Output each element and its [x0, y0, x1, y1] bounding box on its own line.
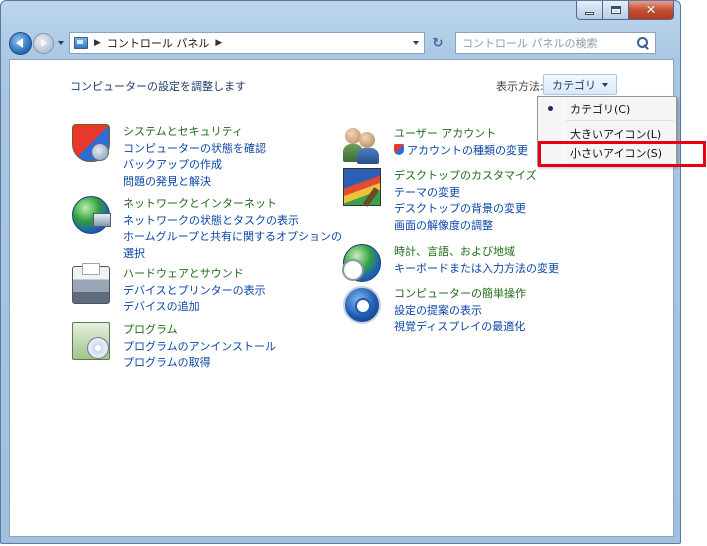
view-by-value: カテゴリ [552, 78, 596, 92]
recent-pages-dropdown[interactable] [56, 41, 66, 45]
breadcrumb-separator-icon[interactable]: ▶ [94, 38, 101, 48]
refresh-icon: ↻ [432, 35, 444, 51]
category-link[interactable]: テーマの変更 [394, 185, 537, 202]
security-shield-icon[interactable] [72, 124, 110, 162]
desktop-paint-icon[interactable] [343, 168, 381, 207]
user-accounts-icon[interactable] [343, 126, 381, 164]
category-title[interactable]: ネットワークとインターネット [123, 196, 342, 213]
category-link[interactable]: 問題の発見と解決 [123, 174, 266, 191]
address-history-dropdown[interactable] [408, 33, 424, 53]
breadcrumb-control-panel[interactable]: コントロール パネル [107, 35, 210, 51]
control-panel-icon [74, 37, 88, 49]
window-buttons: ✕ [576, 1, 674, 21]
control-panel-window: ✕ ▶ コントロール パネル ▶ ↻ コントロール パネルの検索 コンピューター… [0, 0, 681, 544]
view-by-label: 表示方法: [496, 80, 544, 93]
category-title[interactable]: 時計、言語、および地域 [394, 244, 559, 261]
backup-disk-icon [91, 143, 109, 161]
paint-brush-icon [362, 187, 380, 207]
category-link-with-shield[interactable]: アカウントの種類の変更 [394, 143, 528, 160]
category-link[interactable]: コンピューターの状態を確認 [123, 141, 266, 158]
menu-item-label: カテゴリ(C) [570, 103, 631, 116]
menu-separator [566, 120, 674, 121]
close-icon: ✕ [645, 2, 657, 18]
category-link[interactable]: 設定の提案の表示 [394, 303, 526, 320]
clock-icon [342, 259, 364, 281]
category-title[interactable]: ユーザー アカウント [394, 126, 528, 143]
clock-globe-icon[interactable] [342, 244, 381, 282]
highlight-annotation [538, 141, 706, 167]
category-link[interactable]: 画面の解像度の調整 [394, 218, 537, 235]
chevron-down-icon [413, 41, 419, 45]
forward-button[interactable] [33, 32, 54, 54]
search-icon[interactable] [635, 35, 651, 51]
selected-bullet-icon [548, 106, 553, 111]
network-globe-icon[interactable] [72, 196, 111, 234]
category-link[interactable]: キーボードまたは入力方法の変更 [394, 261, 559, 278]
category-title[interactable]: デスクトップのカスタマイズ [394, 168, 537, 185]
category-title[interactable]: プログラム [123, 322, 276, 339]
breadcrumb-separator-icon[interactable]: ▶ [215, 38, 222, 48]
menu-item-category[interactable]: カテゴリ(C) [538, 99, 676, 119]
category-link-text: アカウントの種類の変更 [407, 143, 528, 157]
chevron-down-icon [58, 41, 64, 45]
maximize-icon [610, 6, 621, 14]
printer-icon[interactable] [72, 263, 110, 304]
page-title: コンピューターの設定を調整します [70, 80, 246, 93]
network-monitor-icon [93, 213, 111, 227]
back-arrow-icon [16, 38, 23, 48]
uac-shield-icon [394, 143, 404, 155]
category-link[interactable]: デスクトップの背景の変更 [394, 201, 537, 218]
category-link[interactable]: バックアップの作成 [123, 157, 266, 174]
forward-arrow-icon [40, 39, 47, 47]
refresh-button[interactable]: ↻ [427, 32, 449, 54]
category-link[interactable]: 視覚ディスプレイの最適化 [394, 319, 526, 336]
category-link[interactable]: ホームグループと共有に関するオプションの [123, 229, 342, 246]
search-input[interactable]: コントロール パネルの検索 [462, 35, 635, 51]
close-button[interactable]: ✕ [629, 1, 674, 20]
category-link[interactable]: デバイスの追加 [123, 299, 266, 316]
program-disc-icon [87, 337, 109, 359]
category-title[interactable]: システムとセキュリティ [123, 124, 266, 141]
category-link[interactable]: デバイスとプリンターの表示 [123, 283, 266, 300]
search-box[interactable]: コントロール パネルの検索 [455, 32, 656, 54]
navigation-bar: ▶ コントロール パネル ▶ ↻ コントロール パネルの検索 [9, 31, 672, 55]
minimize-icon [585, 11, 594, 15]
category-link[interactable]: ネットワークの状態とタスクの表示 [123, 213, 342, 230]
ease-of-access-inner-icon [355, 298, 371, 314]
category-link[interactable]: 選択 [123, 246, 342, 263]
view-by-dropdown[interactable]: カテゴリ [543, 74, 617, 95]
address-bar[interactable]: ▶ コントロール パネル ▶ [69, 32, 425, 54]
minimize-button[interactable] [576, 1, 603, 20]
printer-paper-icon [82, 263, 100, 275]
maximize-button[interactable] [603, 1, 629, 20]
category-title[interactable]: コンピューターの簡単操作 [394, 286, 526, 303]
category-title[interactable]: ハードウェアとサウンド [123, 266, 266, 283]
back-button[interactable] [9, 31, 32, 55]
ease-of-access-icon[interactable] [343, 286, 381, 324]
chevron-down-icon [602, 82, 608, 87]
programs-icon[interactable] [72, 322, 110, 360]
menu-item-label: 大きいアイコン(L) [570, 128, 662, 141]
user-body-icon [357, 148, 379, 164]
user-head-icon [359, 132, 375, 148]
category-link[interactable]: プログラムのアンインストール [123, 339, 276, 356]
category-link[interactable]: プログラムの取得 [123, 355, 276, 372]
